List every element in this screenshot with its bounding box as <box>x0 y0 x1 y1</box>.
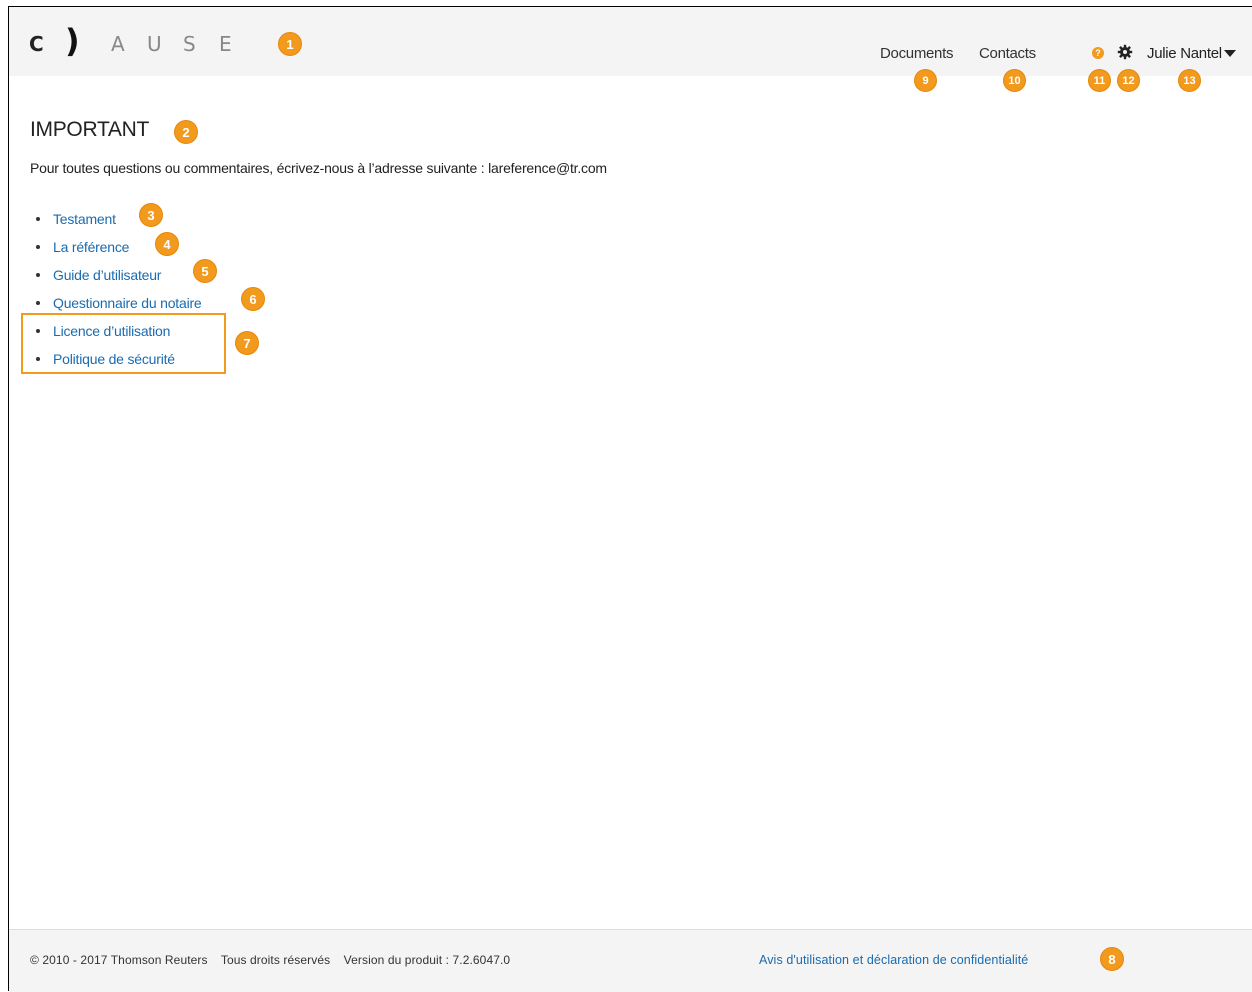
annotation-badge: 13 <box>1178 69 1201 92</box>
cause-logo[interactable]: C ) A U S E <box>29 22 255 60</box>
nav-contacts[interactable]: Contacts <box>979 45 1036 62</box>
annotation-badge: 11 <box>1088 69 1111 92</box>
link-questionnaire-notaire[interactable]: Questionnaire du notaire <box>53 295 202 311</box>
contact-intro: Pour toutes questions ou commentaires, é… <box>30 160 607 176</box>
logo-letter: C <box>29 32 44 56</box>
annotation-badge: 7 <box>235 331 259 355</box>
help-icon[interactable]: ? <box>1092 47 1104 59</box>
annotation-badge: 2 <box>174 120 198 144</box>
logo-letter: U <box>147 32 162 56</box>
app-frame <box>8 6 1252 991</box>
annotation-badge: 5 <box>193 259 217 283</box>
annotation-badge: 8 <box>1100 947 1124 971</box>
annotation-badge: 9 <box>914 69 937 92</box>
annotation-badge: 4 <box>155 232 179 256</box>
chevron-down-icon <box>1223 50 1236 57</box>
annotation-badge: 12 <box>1117 69 1140 92</box>
gear-icon[interactable] <box>1117 44 1133 60</box>
logo-letter: E <box>219 32 232 56</box>
link-guide-utilisateur[interactable]: Guide d’utilisateur <box>53 267 161 283</box>
page-title: IMPORTANT <box>30 118 150 141</box>
version-text: Version du produit : 7.2.6047.0 <box>343 953 511 967</box>
logo-letter: A <box>111 32 125 56</box>
annotation-badge: 1 <box>278 32 302 56</box>
user-menu[interactable]: Julie Nantel <box>1147 45 1236 62</box>
legal-notice-link[interactable]: Avis d'utilisation et déclaration de con… <box>759 953 1028 967</box>
annotation-badge: 6 <box>241 287 265 311</box>
annotation-badge: 10 <box>1003 69 1026 92</box>
bullet <box>36 273 40 277</box>
footer-info: © 2010 - 2017 Thomson Reuters Tous droit… <box>30 953 520 967</box>
list-item: Guide d’utilisateur <box>36 261 202 289</box>
link-la-reference[interactable]: La référence <box>53 239 129 255</box>
bullet <box>36 245 40 249</box>
highlight-box <box>21 313 226 374</box>
copyright-text: © 2010 - 2017 Thomson Reuters <box>30 953 208 967</box>
bullet <box>36 301 40 305</box>
link-testament[interactable]: Testament <box>53 211 116 227</box>
nav-documents[interactable]: Documents <box>880 45 953 62</box>
logo-letter: S <box>183 32 196 56</box>
annotation-badge: 3 <box>139 203 163 227</box>
user-name: Julie Nantel <box>1147 45 1222 62</box>
list-item: Testament <box>36 205 202 233</box>
bullet <box>36 217 40 221</box>
rights-text: Tous droits réservés <box>220 953 331 967</box>
logo-letter: ) <box>65 22 80 60</box>
